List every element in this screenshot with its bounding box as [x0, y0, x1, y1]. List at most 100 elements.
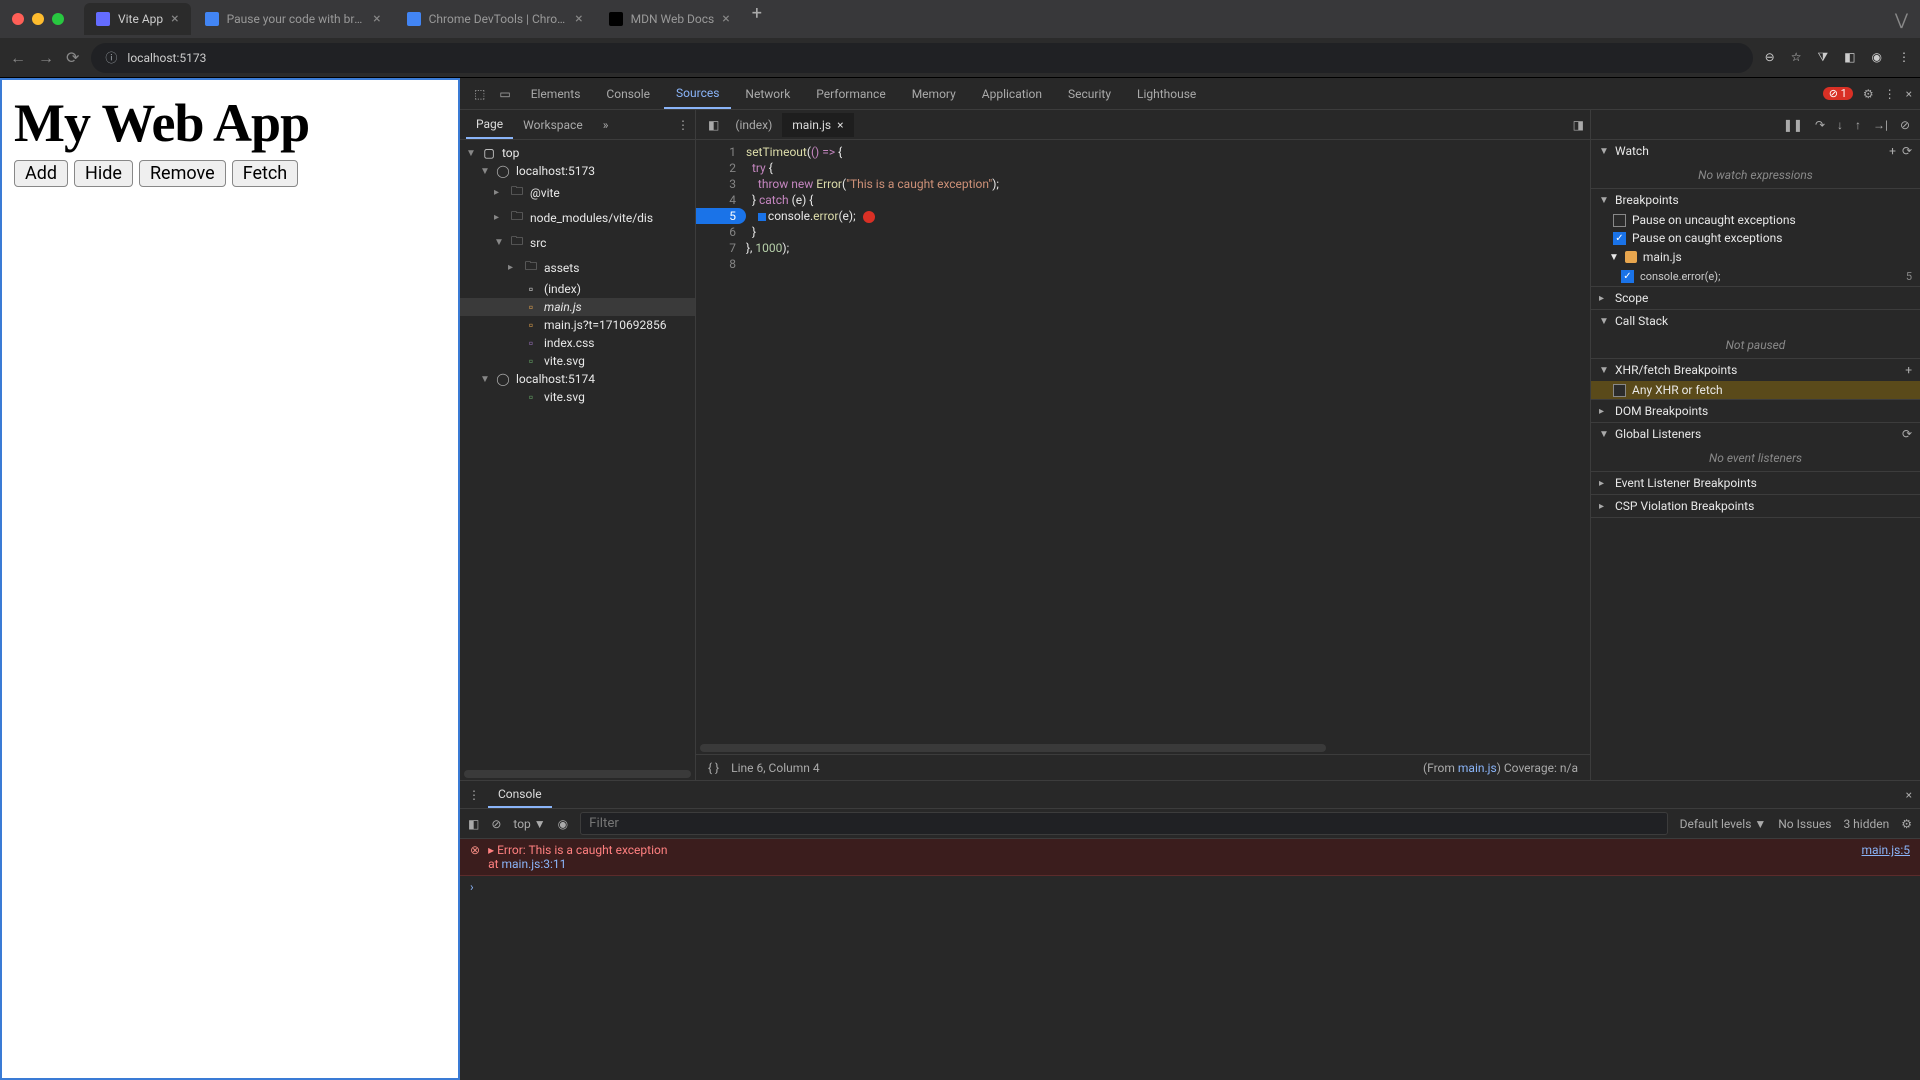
editor-tab[interactable]: (index)	[725, 113, 782, 137]
tab-network[interactable]: Network	[733, 80, 802, 108]
fetch-button[interactable]: Fetch	[232, 160, 299, 187]
drawer-menu-icon[interactable]: ⋮	[468, 788, 488, 802]
tree-file[interactable]: ▫main.js?t=1710692856	[460, 316, 695, 334]
forward-button[interactable]: →	[38, 48, 54, 68]
dom-breakpoints-header[interactable]: ▸DOM Breakpoints	[1591, 400, 1920, 422]
menu-icon[interactable]: ⋮	[1898, 50, 1910, 65]
browser-tab[interactable]: Chrome DevTools | Chrome ×	[395, 3, 595, 35]
close-tab-icon[interactable]: ×	[837, 118, 843, 132]
tree-folder[interactable]: ▸🗀node_modules/vite/dis	[460, 205, 695, 230]
deactivate-breakpoints-icon[interactable]: ⊘	[1900, 118, 1910, 132]
bookmark-icon[interactable]: ☆	[1791, 50, 1802, 65]
scrollbar[interactable]	[464, 770, 691, 778]
pause-caught-checkbox[interactable]: Pause on caught exceptions	[1591, 229, 1920, 247]
toggle-sidebar-icon[interactable]: ◧	[468, 817, 479, 831]
close-tab-icon[interactable]: ×	[373, 11, 380, 27]
browser-tab[interactable]: Vite App ×	[84, 3, 191, 35]
breakpoint-file[interactable]: ▼main.js	[1591, 247, 1920, 267]
hidden-count[interactable]: 3 hidden	[1843, 817, 1889, 831]
subtab-workspace[interactable]: Workspace	[513, 112, 593, 138]
tree-host[interactable]: ▼◯localhost:5174	[460, 370, 695, 388]
minimize-window-icon[interactable]	[32, 13, 44, 25]
console-settings-icon[interactable]: ⚙	[1901, 817, 1912, 831]
step-icon[interactable]: →|	[1873, 118, 1888, 132]
tab-memory[interactable]: Memory	[900, 80, 968, 108]
toggle-navigator-icon[interactable]: ◧	[702, 118, 725, 132]
tree-folder[interactable]: ▸🗀@vite	[460, 180, 695, 205]
pause-icon[interactable]: ❚❚	[1783, 118, 1803, 132]
tree-file[interactable]: ▫index.css	[460, 334, 695, 352]
event-listener-bp-header[interactable]: ▸Event Listener Breakpoints	[1591, 472, 1920, 494]
remove-button[interactable]: Remove	[139, 160, 226, 187]
source-link[interactable]: main.js:5	[1862, 843, 1910, 871]
address-bar[interactable]: ⓘ localhost:5173	[91, 43, 1752, 73]
step-over-icon[interactable]: ↷	[1815, 118, 1825, 132]
tree-file-mainjs[interactable]: ▫main.js	[460, 298, 695, 316]
any-xhr-checkbox[interactable]: Any XHR or fetch	[1591, 381, 1920, 399]
close-tab-icon[interactable]: ×	[575, 11, 582, 27]
callstack-header[interactable]: ▼Call Stack	[1591, 310, 1920, 332]
step-into-icon[interactable]: ↓	[1837, 118, 1843, 132]
browser-tab[interactable]: MDN Web Docs ×	[597, 3, 742, 35]
tree-folder[interactable]: ▸🗀assets	[460, 255, 695, 280]
extensions-icon[interactable]: ⧩	[1817, 50, 1828, 65]
error-icon[interactable]	[863, 211, 875, 223]
tab-security[interactable]: Security	[1056, 80, 1123, 108]
log-levels-selector[interactable]: Default levels ▼	[1680, 817, 1767, 831]
add-xhr-bp-icon[interactable]: +	[1905, 363, 1912, 377]
close-tab-icon[interactable]: ×	[171, 11, 178, 27]
step-out-icon[interactable]: ↑	[1855, 118, 1861, 132]
csp-violation-bp-header[interactable]: ▸CSP Violation Breakpoints	[1591, 495, 1920, 517]
pretty-print-icon[interactable]: { }	[708, 761, 719, 775]
maximize-window-icon[interactable]	[52, 13, 64, 25]
site-info-icon[interactable]: ⓘ	[105, 49, 117, 66]
context-selector[interactable]: top ▼	[513, 817, 545, 831]
editor-tab[interactable]: main.js×	[782, 113, 853, 137]
close-drawer-icon[interactable]: ×	[1906, 788, 1912, 802]
console-filter-input[interactable]	[580, 812, 1667, 835]
tab-lighthouse[interactable]: Lighthouse	[1125, 80, 1208, 108]
more-tabs-icon[interactable]: »	[593, 112, 619, 138]
breakpoints-header[interactable]: ▼Breakpoints	[1591, 189, 1920, 211]
tab-sources[interactable]: Sources	[664, 79, 731, 109]
xhr-breakpoints-header[interactable]: ▼XHR/fetch Breakpoints+	[1591, 359, 1920, 381]
back-button[interactable]: ←	[10, 48, 26, 68]
global-listeners-header[interactable]: ▼Global Listeners⟳	[1591, 423, 1920, 445]
console-error-row[interactable]: ⊗ ▸ Error: This is a caught exception at…	[460, 839, 1920, 876]
breakpoint-entry[interactable]: console.error(e);5	[1591, 267, 1920, 286]
tree-top[interactable]: ▼▢top	[460, 144, 695, 162]
clear-console-icon[interactable]: ⊘	[491, 817, 501, 831]
navigator-menu-icon[interactable]: ⋮	[677, 118, 689, 132]
zoom-icon[interactable]: ⊖	[1765, 50, 1775, 65]
close-tab-icon[interactable]: ×	[722, 11, 729, 27]
live-expression-icon[interactable]: ◉	[558, 817, 568, 831]
subtab-page[interactable]: Page	[466, 111, 513, 139]
stack-link[interactable]: main.js:3:11	[502, 857, 567, 871]
scope-header[interactable]: ▸Scope	[1591, 287, 1920, 309]
drawer-tab-console[interactable]: Console	[488, 782, 552, 808]
new-tab-button[interactable]: +	[744, 3, 770, 35]
tree-folder[interactable]: ▼🗀src	[460, 230, 695, 255]
add-watch-icon[interactable]: +	[1889, 144, 1896, 158]
scrollbar[interactable]	[700, 744, 1326, 752]
pause-uncaught-checkbox[interactable]: Pause on uncaught exceptions	[1591, 211, 1920, 229]
profile-icon[interactable]: ◉	[1872, 50, 1882, 65]
breakpoint-marker[interactable]: 5	[696, 208, 746, 224]
reload-button[interactable]: ⟳	[66, 48, 79, 67]
tab-performance[interactable]: Performance	[804, 80, 897, 108]
code-editor[interactable]: 1234 5 678 setTimeout(() => { try { thro…	[696, 140, 1590, 742]
add-button[interactable]: Add	[14, 160, 68, 187]
tree-file[interactable]: ▫vite.svg	[460, 352, 695, 370]
tab-console[interactable]: Console	[594, 80, 662, 108]
source-link[interactable]: main.js	[1458, 761, 1497, 775]
tree-host[interactable]: ▼◯localhost:5173	[460, 162, 695, 180]
sidepanel-icon[interactable]: ◧	[1844, 50, 1855, 65]
hide-button[interactable]: Hide	[74, 160, 133, 187]
issues-link[interactable]: No Issues	[1778, 817, 1831, 831]
settings-icon[interactable]: ⚙	[1863, 87, 1874, 101]
close-window-icon[interactable]	[12, 13, 24, 25]
device-toggle-icon[interactable]: ▭	[493, 87, 516, 101]
refresh-listeners-icon[interactable]: ⟳	[1902, 427, 1912, 441]
tab-elements[interactable]: Elements	[519, 80, 593, 108]
refresh-watch-icon[interactable]: ⟳	[1902, 144, 1912, 158]
